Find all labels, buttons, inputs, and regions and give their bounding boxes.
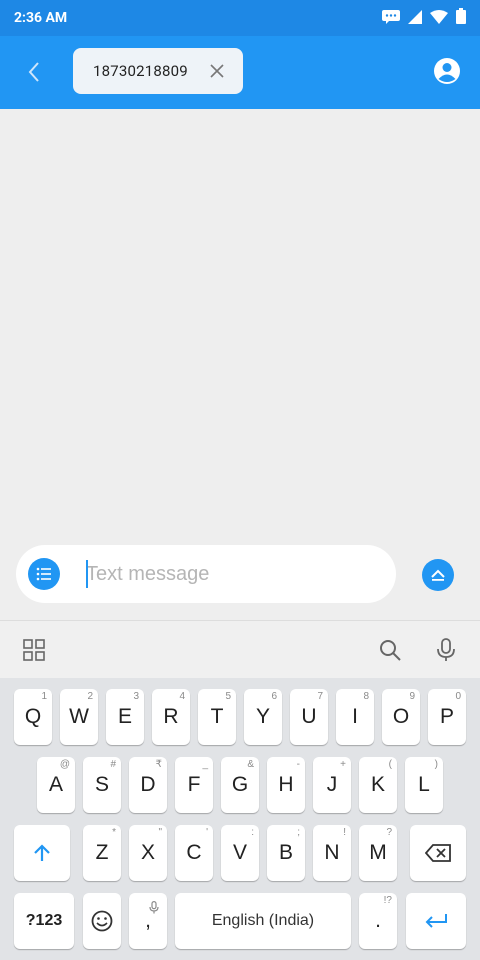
emoji-key[interactable]: [83, 893, 121, 949]
compose-bar: [16, 545, 396, 603]
list-icon: [36, 567, 51, 581]
text-cursor: [86, 560, 88, 588]
key-o[interactable]: O9: [382, 689, 420, 745]
key-w[interactable]: W2: [60, 689, 98, 745]
key-m[interactable]: M?: [359, 825, 397, 881]
grid-apps-icon[interactable]: [22, 638, 46, 662]
key-v[interactable]: V:: [221, 825, 259, 881]
backspace-key[interactable]: [410, 825, 466, 881]
close-icon: [210, 64, 224, 78]
key-q[interactable]: Q1: [14, 689, 52, 745]
shift-key[interactable]: [14, 825, 70, 881]
key-g[interactable]: G &: [221, 757, 259, 813]
key-a[interactable]: A @: [37, 757, 75, 813]
key-b[interactable]: B;: [267, 825, 305, 881]
wifi-icon: [430, 9, 448, 28]
message-input[interactable]: [86, 559, 376, 589]
backspace-icon: [425, 844, 451, 862]
key-l[interactable]: L): [405, 757, 443, 813]
battery-icon: [456, 8, 466, 28]
remove-recipient-button[interactable]: [207, 61, 227, 81]
send-arrow-icon: [431, 569, 445, 581]
recipient-chip[interactable]: 18730218809: [73, 48, 243, 94]
keyboard: Q1 W2 E3 R4 T5 Y6 U7 I8 O9 P0 A @ S # D ₹ F…: [0, 678, 480, 960]
key-j[interactable]: J +: [313, 757, 351, 813]
symbols-key[interactable]: ?123: [14, 893, 74, 949]
recipient-number: 18730218809: [93, 62, 188, 80]
microphone-icon[interactable]: [434, 638, 458, 662]
cellular-signal-icon: [408, 9, 422, 28]
key-p[interactable]: P0: [428, 689, 466, 745]
enter-key[interactable]: [406, 893, 466, 949]
comma-key[interactable]: ,: [129, 893, 167, 949]
search-icon[interactable]: [378, 638, 402, 662]
emoji-icon: [91, 910, 113, 932]
keyboard-toolbar: [0, 620, 480, 678]
conversation-area: [0, 109, 480, 620]
key-e[interactable]: E3: [106, 689, 144, 745]
key-u[interactable]: U7: [290, 689, 328, 745]
key-i[interactable]: I8: [336, 689, 374, 745]
key-y[interactable]: Y6: [244, 689, 282, 745]
key-k[interactable]: K(: [359, 757, 397, 813]
status-icons: [382, 8, 466, 28]
contact-button[interactable]: [432, 56, 462, 86]
back-button[interactable]: [18, 56, 50, 88]
voice-input-hint-icon: [149, 896, 159, 920]
key-c[interactable]: C ': [175, 825, 213, 881]
key-z[interactable]: Z *: [83, 825, 121, 881]
enter-icon: [425, 914, 447, 928]
send-button[interactable]: [422, 559, 454, 591]
status-time: 2:36 AM: [14, 10, 68, 26]
attachment-menu-button[interactable]: [28, 558, 60, 590]
app-bar: 18730218809: [0, 36, 480, 109]
period-key[interactable]: .!?: [359, 893, 397, 949]
status-bar: 2:36 AM: [0, 0, 480, 36]
chevron-left-icon: [28, 62, 39, 82]
message-notification-icon: [382, 9, 400, 28]
key-f[interactable]: F _: [175, 757, 213, 813]
key-x[interactable]: X ": [129, 825, 167, 881]
key-n[interactable]: N!: [313, 825, 351, 881]
person-icon: [434, 58, 460, 84]
key-d[interactable]: D ₹: [129, 757, 167, 813]
key-t[interactable]: T5: [198, 689, 236, 745]
key-r[interactable]: R4: [152, 689, 190, 745]
key-h[interactable]: H-: [267, 757, 305, 813]
space-key[interactable]: English (India): [175, 893, 351, 949]
key-s[interactable]: S #: [83, 757, 121, 813]
shift-arrow-icon: [34, 844, 50, 861]
